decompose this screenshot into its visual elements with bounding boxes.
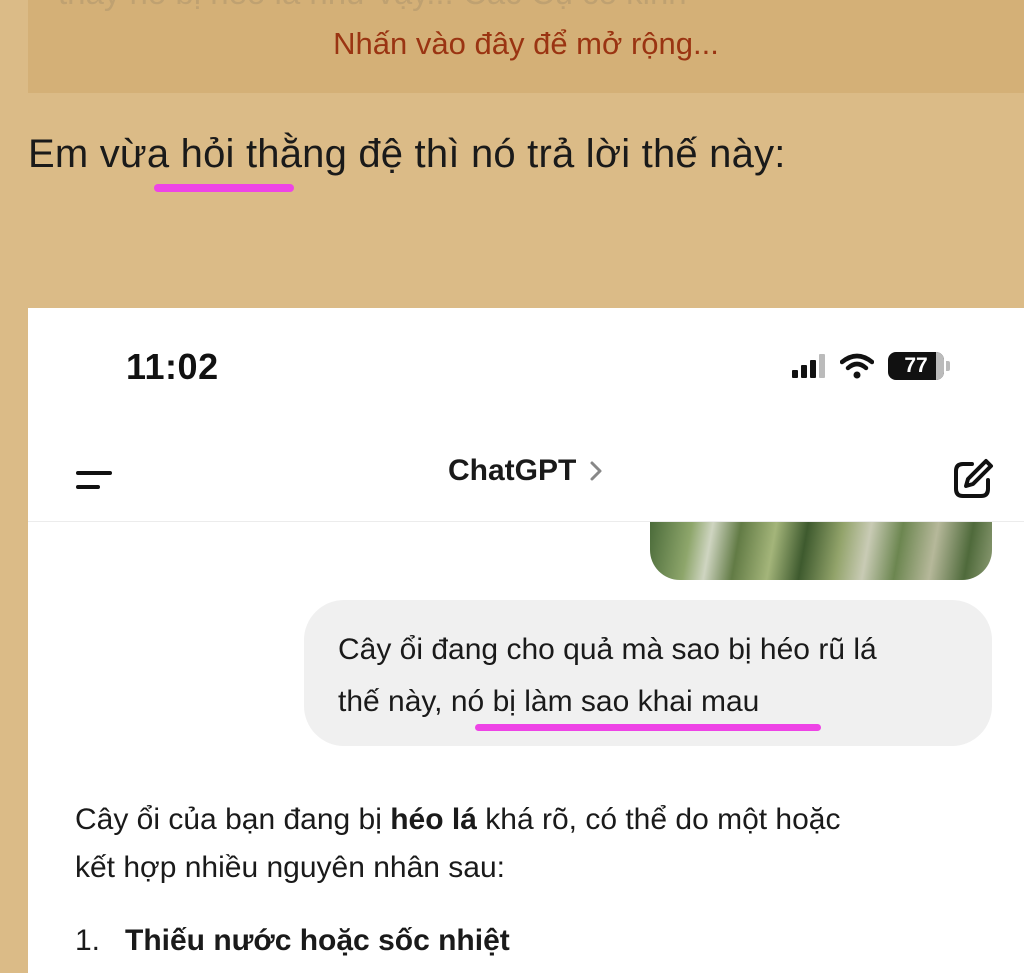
post-text: Em vừa hỏi thằng đệ thì nó trả lời thế n… bbox=[28, 132, 786, 176]
chat-screenshot: 11:02 77 ChatGPT Cây ổi đang cho quả mà … bbox=[28, 308, 1024, 973]
menu-icon[interactable] bbox=[72, 458, 116, 502]
highlight-mark bbox=[475, 724, 821, 731]
battery-icon: 77 bbox=[888, 352, 950, 380]
edit-icon[interactable] bbox=[950, 456, 996, 502]
list-text: Thiếu nước hoặc sốc nhiệt bbox=[125, 924, 510, 957]
reply-part1: Cây ổi của bạn đang bị bbox=[75, 803, 391, 836]
assistant-reply: Cây ổi của bạn đang bị héo lá khá rõ, có… bbox=[75, 796, 975, 892]
quote-faded-text: thấy nó bị héo là như vậy... Các Cụ có k… bbox=[58, 0, 958, 24]
wifi-icon bbox=[840, 353, 874, 379]
reply-line2: kết hợp nhiều nguyên nhân sau: bbox=[75, 851, 506, 884]
reply-bold: héo lá bbox=[390, 803, 477, 836]
list-number: 1. bbox=[75, 924, 101, 957]
user-message-highlight: nó bị làm sao khai mau bbox=[450, 685, 760, 718]
highlight-mark bbox=[154, 184, 294, 192]
signal-icon bbox=[792, 354, 826, 378]
battery-level: 77 bbox=[904, 354, 928, 377]
status-icons: 77 bbox=[792, 348, 950, 384]
plant-photo[interactable] bbox=[650, 522, 992, 580]
model-selector[interactable]: ChatGPT bbox=[448, 454, 606, 488]
reply-part2: khá rõ, có thể do một hoặc bbox=[476, 803, 841, 836]
nav-title: ChatGPT bbox=[448, 454, 577, 487]
chat-nav-bar: ChatGPT bbox=[28, 436, 1024, 522]
user-message-line1: Cây ổi đang cho quả mà sao bị héo rũ lá bbox=[338, 633, 877, 666]
expand-quote-link[interactable]: Nhấn vào đây để mở rộng... bbox=[28, 26, 1024, 62]
list-item: 1. Thiếu nước hoặc sốc nhiệt bbox=[75, 924, 510, 958]
quote-box: thấy nó bị héo là như vậy... Các Cụ có k… bbox=[28, 0, 1024, 93]
user-message-line2-start: thế này, bbox=[338, 685, 451, 718]
user-message-line2: thế này, nó bị làm sao khai mau bbox=[338, 676, 958, 728]
status-time: 11:02 bbox=[126, 346, 219, 387]
chevron-right-icon bbox=[590, 461, 602, 481]
